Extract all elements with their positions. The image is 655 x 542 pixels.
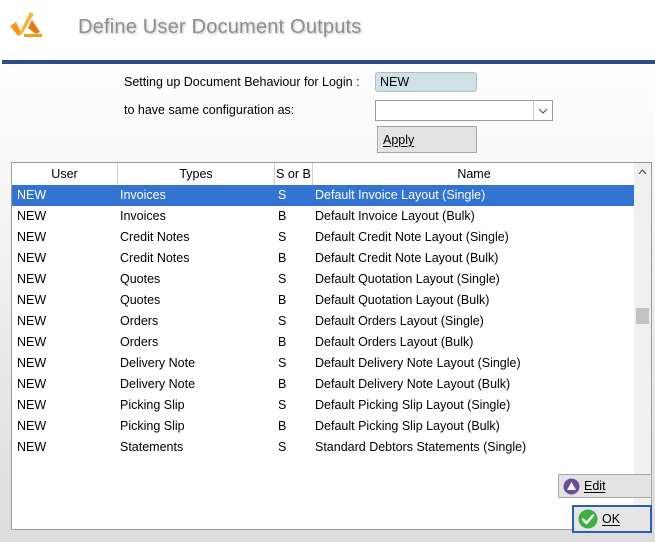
table-row[interactable]: NEW Statements S Standard Debtors Statement… <box>12 437 635 458</box>
chevron-down-icon[interactable] <box>533 101 552 120</box>
checkmark-icon <box>578 509 598 529</box>
edit-button-label: Edit <box>584 479 606 493</box>
table-row[interactable]: NEW Credit Notes S Default Credit Note Layo… <box>12 227 635 248</box>
cell-type: Delivery Note <box>120 377 196 391</box>
copy-config-label: to have same configuration as: <box>124 103 295 117</box>
cell-name: Default Picking Slip Layout (Bulk) <box>315 419 500 433</box>
cell-type: Quotes <box>120 272 161 286</box>
cell-name: Default Orders Layout (Bulk) <box>315 335 474 349</box>
login-field: NEW <box>375 72 477 92</box>
ok-button-label: OK <box>602 512 621 526</box>
cell-type: Credit Notes <box>120 230 190 244</box>
document-outputs-table[interactable]: User Types S or B Name NEW Invoices S Defau… <box>11 162 652 530</box>
login-label: Setting up Document Behaviour for Login … <box>124 75 360 89</box>
app-logo-icon <box>10 12 42 37</box>
cell-type: Picking Slip <box>120 398 185 412</box>
table-row[interactable]: NEW Invoices B Default Invoice Layout (Bulk… <box>12 206 635 227</box>
cell-user: NEW <box>17 293 47 307</box>
cell-s-or-b: B <box>278 209 287 223</box>
column-header-user[interactable]: User <box>12 163 118 185</box>
copy-config-select[interactable] <box>375 100 553 121</box>
table-row[interactable]: NEW Quotes S Default Quotation Layout (Sing… <box>12 269 635 290</box>
cell-type: Invoices <box>120 209 166 223</box>
cell-name: Default Picking Slip Layout (Single) <box>315 398 511 412</box>
cell-user: NEW <box>17 251 47 265</box>
cell-name: Default Invoice Layout (Single) <box>315 188 486 202</box>
cell-name: Default Credit Note Layout (Bulk) <box>315 251 499 265</box>
cell-s-or-b: B <box>278 335 287 349</box>
ok-button[interactable]: OK <box>572 505 652 533</box>
table-row[interactable]: NEW Orders S Default Orders Layout (Single) <box>12 311 635 332</box>
edit-icon <box>563 478 580 495</box>
cell-type: Quotes <box>120 293 161 307</box>
cell-name: Default Invoice Layout (Bulk) <box>315 209 475 223</box>
header: Define User Document Outputs <box>0 0 655 60</box>
cell-s-or-b: B <box>278 419 287 433</box>
cell-name: Default Delivery Note Layout (Single) <box>315 356 521 370</box>
cell-user: NEW <box>17 272 47 286</box>
edit-button[interactable]: Edit <box>558 474 652 498</box>
cell-name: Default Quotation Layout (Single) <box>315 272 500 286</box>
scroll-up-icon[interactable] <box>634 163 651 180</box>
cell-s-or-b: S <box>278 188 287 202</box>
cell-s-or-b: B <box>278 251 287 265</box>
cell-s-or-b: S <box>278 314 287 328</box>
table-row[interactable]: NEW Quotes B Default Quotation Layout (Bulk… <box>12 290 635 311</box>
cell-type: Statements <box>120 440 184 454</box>
cell-type: Delivery Note <box>120 356 196 370</box>
cell-s-or-b: S <box>278 356 287 370</box>
cell-user: NEW <box>17 419 47 433</box>
table-row[interactable]: NEW Delivery Note B Default Delivery Note L… <box>12 374 635 395</box>
table-row[interactable]: NEW Picking Slip S Default Picking Slip Lay… <box>12 395 635 416</box>
cell-user: NEW <box>17 440 47 454</box>
main-content: Setting up Document Behaviour for Login … <box>0 64 655 542</box>
cell-user: NEW <box>17 209 47 223</box>
cell-s-or-b: S <box>278 398 287 412</box>
table-row[interactable]: NEW Delivery Note S Default Delivery Note L… <box>12 353 635 374</box>
cell-user: NEW <box>17 335 47 349</box>
cell-name: Default Quotation Layout (Bulk) <box>315 293 490 307</box>
cell-s-or-b: S <box>278 440 287 454</box>
column-header-s-or-b[interactable]: S or B <box>275 163 313 185</box>
table-row[interactable]: NEW Orders B Default Orders Layout (Bulk) <box>12 332 635 353</box>
cell-name: Standard Debtors Statements (Single) <box>315 440 527 454</box>
cell-name: Default Orders Layout (Single) <box>315 314 484 328</box>
cell-s-or-b: S <box>278 272 287 286</box>
cell-type: Orders <box>120 314 159 328</box>
apply-button-label: Apply <box>383 132 415 147</box>
cell-name: Default Delivery Note Layout (Bulk) <box>315 377 511 391</box>
cell-user: NEW <box>17 377 47 391</box>
page-title: Define User Document Outputs <box>78 16 362 38</box>
apply-button[interactable]: Apply <box>377 126 477 153</box>
cell-s-or-b: S <box>278 230 287 244</box>
cell-user: NEW <box>17 356 47 370</box>
column-header-types[interactable]: Types <box>118 163 275 185</box>
table-row[interactable]: NEW Credit Notes B Default Credit Note Layo… <box>12 248 635 269</box>
table-body: NEW Invoices S Default Invoice Layout (Sing… <box>12 185 635 458</box>
cell-type: Invoices <box>120 188 166 202</box>
cell-type: Orders <box>120 335 159 349</box>
cell-type: Picking Slip <box>120 419 185 433</box>
table-row[interactable]: NEW Picking Slip B Default Picking Slip Lay… <box>12 416 635 437</box>
cell-user: NEW <box>17 188 47 202</box>
cell-type: Credit Notes <box>120 251 190 265</box>
cell-user: NEW <box>17 230 47 244</box>
table-row[interactable]: NEW Invoices S Default Invoice Layout (Sing… <box>12 185 635 206</box>
scrollbar-thumb[interactable] <box>636 308 649 324</box>
table-header: User Types S or B Name <box>12 163 635 186</box>
cell-s-or-b: B <box>278 293 287 307</box>
cell-name: Default Credit Note Layout (Single) <box>315 230 509 244</box>
cell-user: NEW <box>17 398 47 412</box>
cell-user: NEW <box>17 314 47 328</box>
column-header-name[interactable]: Name <box>313 163 635 185</box>
cell-s-or-b: B <box>278 377 287 391</box>
